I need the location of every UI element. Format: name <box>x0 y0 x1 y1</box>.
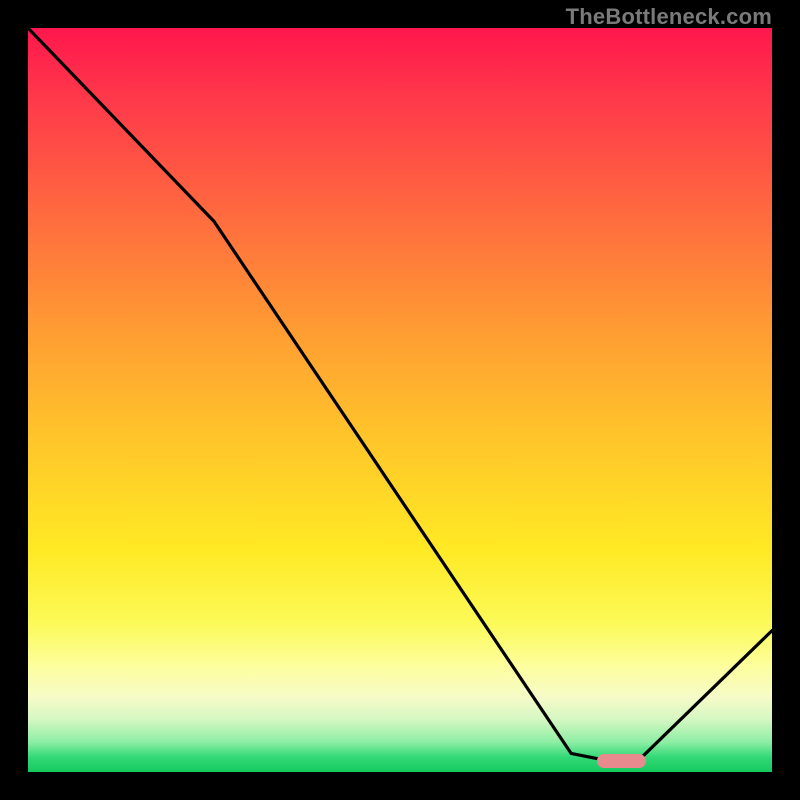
chart-frame: TheBottleneck.com <box>0 0 800 800</box>
bottleneck-curve <box>28 28 772 761</box>
watermark-text: TheBottleneck.com <box>566 4 772 30</box>
curve-svg <box>28 28 772 772</box>
plot-area <box>28 28 772 772</box>
optimal-range-marker <box>597 754 645 768</box>
